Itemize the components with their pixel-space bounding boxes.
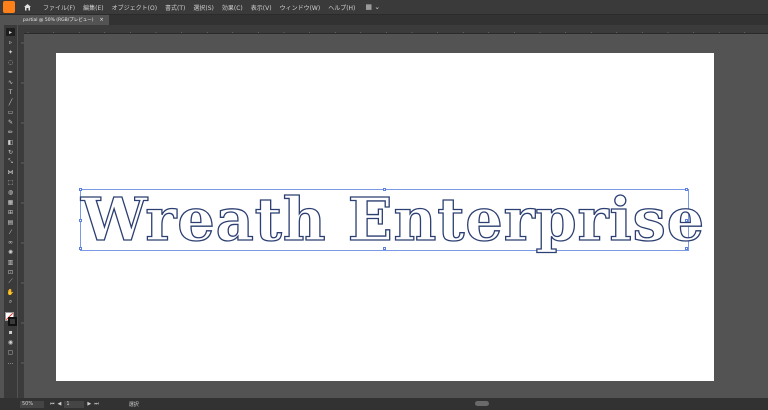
artboard[interactable]: Wreath Enterprise <box>56 53 714 381</box>
perspective-grid-tool-icon[interactable]: ▦ <box>6 198 15 206</box>
app-logo-icon[interactable] <box>3 1 15 13</box>
width-tool-icon[interactable]: ⋈ <box>6 168 15 176</box>
pencil-tool-icon[interactable]: ✏ <box>6 128 15 136</box>
selection-handle[interactable] <box>685 247 688 250</box>
tools-panel: ▸ ▹ ✦ ◌ ✒ ∿ T ╱ ▭ ✎ ✏ ◧ ↻ ⤡ ⋈ ⬚ ◍ ▦ ⊞ ▤ … <box>4 25 17 398</box>
zoom-level-field[interactable]: 50% <box>20 400 44 408</box>
next-artboard-icon[interactable]: ▶ <box>87 401 91 408</box>
artboard-tool-icon[interactable]: ⊡ <box>6 268 15 276</box>
selection-handle[interactable] <box>79 188 82 191</box>
zoom-level: 50% <box>22 401 34 407</box>
canvas-area[interactable]: Wreath Enterprise <box>24 34 768 398</box>
type-tool-icon[interactable]: T <box>6 88 15 96</box>
selection-handle[interactable] <box>685 188 688 191</box>
menu-bar: ファイル(F) 編集(E) オブジェクト(O) 書式(T) 選択(S) 効果(C) 表示(V… <box>0 0 768 15</box>
edit-toolbar-icon[interactable]: … <box>6 358 15 366</box>
home-icon[interactable] <box>21 1 33 13</box>
fill-stroke-swatches[interactable] <box>5 312 17 326</box>
draw-mode-icon[interactable]: ◉ <box>6 338 15 346</box>
zoom-tool-icon[interactable]: ⌕ <box>6 298 15 306</box>
selection-handle[interactable] <box>79 247 82 250</box>
menu-item[interactable]: 選択(S) <box>193 3 214 12</box>
selection-handle[interactable] <box>383 188 386 191</box>
rectangle-tool-icon[interactable]: ▭ <box>6 108 15 116</box>
document-tab[interactable]: partial @ 50% (RGB/プレビュー) × <box>18 15 109 25</box>
eyedropper-tool-icon[interactable]: ⁄ <box>6 228 15 236</box>
document-tab-bar: partial @ 50% (RGB/プレビュー) × <box>18 15 768 25</box>
graph-tool-icon[interactable]: ▥ <box>6 258 15 266</box>
selection-handle[interactable] <box>79 219 82 222</box>
menu-item[interactable]: ヘルプ(H) <box>328 3 355 12</box>
menu-item[interactable]: 効果(C) <box>222 3 243 12</box>
free-transform-tool-icon[interactable]: ⬚ <box>6 178 15 186</box>
eraser-tool-icon[interactable]: ◧ <box>6 138 15 146</box>
menu-item[interactable]: ファイル(F) <box>43 3 75 12</box>
selection-handle[interactable] <box>383 247 386 250</box>
curvature-tool-icon[interactable]: ∿ <box>6 78 15 86</box>
hand-tool-icon[interactable]: ✋ <box>6 288 15 296</box>
document-tab-title: partial @ 50% (RGB/プレビュー) <box>23 18 94 23</box>
last-artboard-icon[interactable]: ⏭ <box>94 401 99 408</box>
workspace-switcher-icon[interactable]: ▦ ⌄ <box>365 3 380 11</box>
selection-tool-icon[interactable]: ▸ <box>6 28 15 36</box>
mesh-tool-icon[interactable]: ⊞ <box>6 208 15 216</box>
gradient-tool-icon[interactable]: ▤ <box>6 218 15 226</box>
slice-tool-icon[interactable]: ⟋ <box>6 278 15 286</box>
paintbrush-tool-icon[interactable]: ✎ <box>6 118 15 126</box>
magic-wand-tool-icon[interactable]: ✦ <box>6 48 15 56</box>
screen-mode-icon[interactable]: ▢ <box>6 348 15 356</box>
horizontal-ruler[interactable]: 1501005005010015020025030035040045050055… <box>24 25 768 34</box>
direct-selection-tool-icon[interactable]: ▹ <box>6 38 15 46</box>
prev-artboard-icon[interactable]: ◀ <box>58 401 62 408</box>
symbol-sprayer-tool-icon[interactable]: ✺ <box>6 248 15 256</box>
artboard-navigation: ⏮ ◀ 1 ▶ ⏭ <box>50 400 99 408</box>
blend-tool-icon[interactable]: ∞ <box>6 238 15 246</box>
menu-item[interactable]: 編集(E) <box>83 3 103 12</box>
line-tool-icon[interactable]: ╱ <box>6 98 15 106</box>
rotate-tool-icon[interactable]: ↻ <box>6 148 15 156</box>
selected-text-object[interactable]: Wreath Enterprise <box>79 187 705 252</box>
horizontal-scrollbar[interactable] <box>475 401 489 406</box>
main-menu: ファイル(F) 編集(E) オブジェクト(O) 書式(T) 選択(S) 効果(C) 表示(V… <box>43 3 355 12</box>
menu-item[interactable]: ウィンドウ(W) <box>280 3 321 12</box>
selection-handle[interactable] <box>685 219 688 222</box>
stroke-swatch[interactable] <box>8 317 17 326</box>
outlined-text[interactable]: Wreath Enterprise <box>80 187 705 252</box>
menu-item[interactable]: 表示(V) <box>251 3 272 12</box>
close-tab-icon[interactable]: × <box>100 17 104 23</box>
color-mode-icon[interactable]: ▪ <box>6 328 15 336</box>
shape-builder-tool-icon[interactable]: ◍ <box>6 188 15 196</box>
status-bar: 50% ⏮ ◀ 1 ▶ ⏭ 選択 <box>0 398 768 410</box>
pen-tool-icon[interactable]: ✒ <box>6 68 15 76</box>
lasso-tool-icon[interactable]: ◌ <box>6 58 15 66</box>
scale-tool-icon[interactable]: ⤡ <box>6 158 15 166</box>
current-tool-label: 選択 <box>128 401 139 408</box>
artboard-number: 1 <box>66 401 70 407</box>
first-artboard-icon[interactable]: ⏮ <box>50 401 55 408</box>
menu-item[interactable]: オブジェクト(O) <box>112 3 157 12</box>
artboard-number-field[interactable]: 1 <box>64 400 85 408</box>
menu-item[interactable]: 書式(T) <box>165 3 185 12</box>
